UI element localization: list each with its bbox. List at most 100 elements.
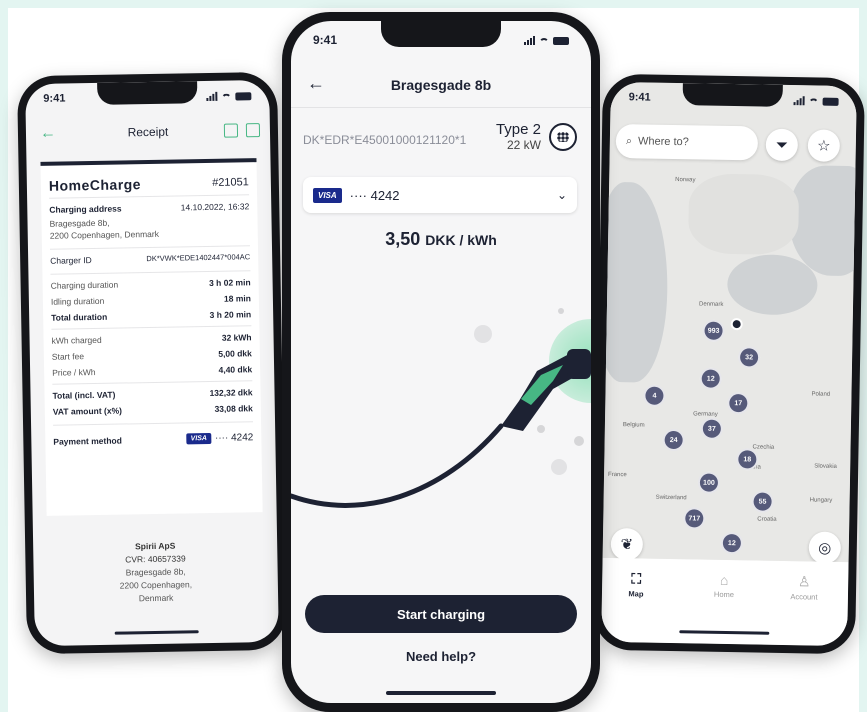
receipt-row-value: 132,32 dkk [209,387,253,398]
price-per-kwh: 3,50 DKK / kWh [291,229,591,250]
map-place-label: Slovakia [814,463,837,470]
need-help-link[interactable]: Need help? [291,649,591,664]
status-time: 9:41 [313,33,338,47]
bottom-tab-bar: ⛶ Map ⌂ Home ♙ Account [601,557,849,647]
phone-notch [97,81,198,105]
payment-card-select[interactable]: VISA ···· 4242 ⌄ [303,177,577,213]
receipt-row-value: 33,08 dkk [214,403,253,414]
account-icon: ♙ [797,573,811,590]
charger-id-label: Charger ID [50,255,92,266]
star-icon: ☆ [816,137,831,155]
signal-icon [793,95,805,105]
filter-icon: ⏷ [775,136,788,154]
company-info: Spirii ApS CVR: 40657339 Bragesgade 8b, … [33,538,278,607]
receipt-row-value: 32 kWh [221,332,252,343]
battery-icon [822,97,839,106]
charger-id: DK*EDR*E45001000121120*1 [303,133,467,147]
wifi-icon [221,93,232,101]
search-input[interactable]: ⌕ Where to? [615,123,759,161]
price-unit: DKK / kWh [425,232,497,248]
receipt-row-value: 3 h 20 min [209,309,252,320]
crosshair-icon: ◎ [818,539,832,557]
charging-cable-illustration [291,308,591,508]
map-place-label: Norway [675,177,696,184]
page-title: Bragesgade 8b [390,77,492,93]
map-land [687,173,800,256]
charging-timestamp: 14.10.2022, 16:32 [180,201,250,213]
tab-label: Account [790,592,818,602]
tab-account[interactable]: ♙ Account [774,573,834,602]
visa-card-icon: VISA [313,187,342,203]
phone-notch [682,83,783,107]
wifi-icon [539,37,549,45]
card-number: ···· 4242 [214,432,254,444]
receipt-row-value: 4,40 dkk [218,364,253,375]
tab-map[interactable]: ⛶ Map [606,570,666,599]
share-icon[interactable] [245,123,261,138]
type2-plug-icon [549,123,577,151]
map-place-label: Croatia [757,516,777,523]
map-place-label: Poland [811,391,831,398]
chevron-down-icon: ⌄ [556,188,567,202]
connector-info: Type 2 22 kW [496,121,541,152]
brand-logo: HomeCharge [48,176,142,194]
card-number: ···· 4242 [349,187,400,203]
status-time: 9:41 [628,91,651,104]
receipt-row: Total duration 3 h 20 min [43,309,259,323]
map-place-label: Germany [693,411,718,418]
receipt-row: Idling duration 18 min [43,293,259,307]
battery-icon [235,91,252,101]
download-icon[interactable] [223,123,239,138]
receipt-row-label: Total duration [51,311,108,323]
receipt-row-label: Price / kWh [52,366,96,378]
wifi-icon [808,97,819,106]
address-line: 2200 Copenhagen, Denmark [49,228,160,241]
page-title: Receipt [127,124,169,140]
signal-icon [524,35,535,45]
search-icon: ⌕ [625,134,633,147]
back-arrow-icon[interactable]: ← [40,125,56,143]
visa-card-icon: VISA [186,432,212,445]
address-line: Bragesgade 8b, [49,217,110,229]
receipt-row-label: Charging duration [50,279,119,291]
start-charging-button[interactable]: Start charging [305,595,577,633]
charge-phone: 9:41 ← Bragesgade 8b DK*EDR*E45001000121… [282,12,600,712]
map-place-label: Switzerland [655,494,687,502]
receipt-row-label: kWh charged [51,334,102,346]
receipt-row-label: VAT amount (x%) [52,405,123,417]
receipt-row-value: 18 min [223,293,251,304]
leaf-icon: ❦ [620,536,634,554]
battery-icon [553,36,569,45]
map-place-label: Czechia [752,444,775,451]
receipt-row: kWh charged 32 kWh [44,332,260,346]
price-value: 3,50 [385,229,421,249]
map-screen: 9:41 Norway Denmark Poland Germany Belgium Cz… [601,81,857,647]
receipt-row-value: 5,00 dkk [218,348,252,359]
tab-home[interactable]: ⌂ Home [694,571,754,599]
receipt-screen: 9:41 ← Receipt HomeCharge #21051 Chargin… [25,79,279,647]
receipt-row: Charging duration 3 h 02 min [43,277,259,291]
receipt-row-label: Total (incl. VAT) [52,389,116,401]
payment-method-label: Payment method [53,435,122,447]
signal-icon [206,91,218,101]
receipt-row-value: 3 h 02 min [208,277,251,288]
tab-label: Map [628,589,644,599]
map-place-label: France [607,471,627,479]
charger-id-value: DK*VWK*EDE1402447*004AC [146,252,251,264]
phone-notch [381,21,501,47]
charging-address-label: Charging address [49,203,122,215]
connector-type: Type 2 [495,121,541,138]
receipt-row: Start fee 5,00 dkk [44,348,260,362]
home-indicator [114,630,199,635]
receipt-row: VAT amount (x%) 33,08 dkk [45,403,261,417]
home-icon: ⌂ [719,571,729,589]
receipt-row: Price / kWh 4,40 dkk [44,364,260,378]
map-place-label: Hungary [809,497,833,504]
charge-screen: 9:41 ← Bragesgade 8b DK*EDR*E45001000121… [291,21,591,703]
receipt-paper: HomeCharge #21051 Charging address 14.10… [40,158,263,516]
receipt-row-label: Idling duration [50,295,105,307]
receipt-number: #21051 [212,176,249,189]
connector-power: 22 kW [506,138,541,152]
receipt-row-label: Start fee [51,351,85,362]
map-place-label: Denmark [698,301,724,308]
